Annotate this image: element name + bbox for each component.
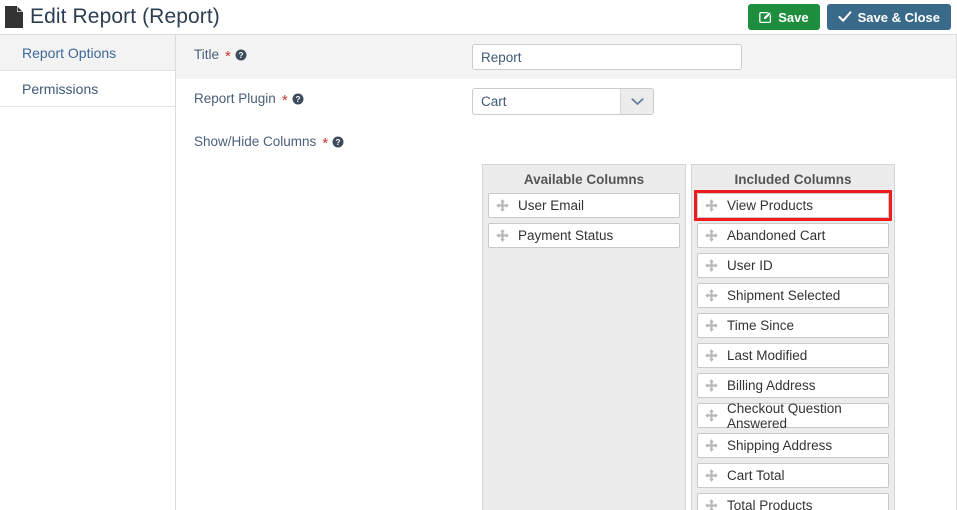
- list-item[interactable]: Shipment Selected: [697, 283, 889, 308]
- edit-report-page: Edit Report (Report) Save Save & Close R…: [0, 0, 957, 510]
- header-actions: Save Save & Close: [748, 4, 951, 30]
- available-columns-list[interactable]: User Email Payment Status: [483, 193, 685, 258]
- form-row-title: Title * ?: [176, 35, 956, 79]
- title-input[interactable]: [472, 44, 742, 70]
- move-handle-icon[interactable]: [705, 469, 718, 482]
- list-item-label: Time Since: [727, 318, 795, 333]
- move-handle-icon[interactable]: [705, 319, 718, 332]
- report-plugin-selected-value: Cart: [481, 94, 507, 109]
- help-circle-icon[interactable]: ?: [332, 136, 344, 148]
- page-header: Edit Report (Report) Save Save & Close: [0, 0, 957, 34]
- move-handle-icon[interactable]: [705, 439, 718, 452]
- move-handle-icon[interactable]: [705, 379, 718, 392]
- columns-left-spacer: [176, 164, 482, 510]
- report-plugin-label: Report Plugin: [194, 91, 276, 106]
- list-item-label: Cart Total: [727, 468, 785, 483]
- available-columns-panel: Available Columns User Email Payment Sta…: [482, 164, 686, 510]
- list-item[interactable]: Payment Status: [488, 223, 680, 248]
- save-button[interactable]: Save: [748, 4, 820, 30]
- list-item[interactable]: Cart Total: [697, 463, 889, 488]
- list-item-label: View Products: [727, 198, 814, 213]
- list-item[interactable]: Last Modified: [697, 343, 889, 368]
- move-handle-icon[interactable]: [705, 349, 718, 362]
- list-item-label: Shipping Address: [727, 438, 833, 453]
- included-columns-title: Included Columns: [692, 165, 894, 193]
- list-item[interactable]: Abandoned Cart: [697, 223, 889, 248]
- required-marker: *: [281, 92, 288, 109]
- document-icon: [4, 5, 24, 29]
- show-hide-columns-label: Show/Hide Columns: [194, 134, 317, 149]
- required-marker: *: [225, 48, 231, 65]
- list-item-label: Checkout Question Answered: [727, 400, 842, 431]
- main-form: Title * ? Report Plugin: [176, 34, 957, 510]
- chevron-down-icon[interactable]: [620, 89, 653, 114]
- report-plugin-label-group: Report Plugin * ?: [176, 88, 472, 110]
- save-and-close-button[interactable]: Save & Close: [826, 4, 951, 30]
- move-handle-icon[interactable]: [705, 409, 718, 422]
- show-hide-columns-label-group: Show/Hide Columns * ?: [176, 131, 472, 153]
- list-item-label: Shipment Selected: [727, 288, 841, 303]
- columns-area: Available Columns User Email Payment Sta…: [176, 164, 956, 510]
- title-label-group: Title * ?: [176, 44, 472, 66]
- title-field-wrap: [472, 44, 956, 70]
- save-button-label: Save: [778, 9, 809, 25]
- move-handle-icon[interactable]: [705, 499, 718, 510]
- list-item[interactable]: View Products: [694, 190, 892, 221]
- move-handle-icon[interactable]: [496, 199, 509, 212]
- move-handle-icon[interactable]: [705, 259, 718, 272]
- list-item[interactable]: Billing Address: [697, 373, 889, 398]
- sidebar: Report Options Permissions: [0, 34, 176, 510]
- list-item[interactable]: Checkout Question Answered: [697, 400, 889, 431]
- list-item-label: Last Modified: [727, 348, 808, 363]
- available-columns-title: Available Columns: [483, 165, 685, 193]
- list-item[interactable]: User ID: [697, 253, 889, 278]
- required-marker: *: [322, 135, 329, 152]
- sidebar-item-label: Permissions: [22, 80, 99, 97]
- list-item-label: User Email: [518, 198, 585, 213]
- list-item-label: Abandoned Cart: [727, 228, 826, 243]
- title-label: Title: [194, 47, 220, 62]
- included-columns-panel: Included Columns View Products Abandoned…: [691, 164, 895, 510]
- svg-text:?: ?: [295, 95, 300, 104]
- list-item[interactable]: Shipping Address: [697, 433, 889, 458]
- edit-pencil-icon: [759, 11, 772, 24]
- save-and-close-button-label: Save & Close: [857, 9, 940, 25]
- move-handle-icon[interactable]: [496, 229, 509, 242]
- move-handle-icon[interactable]: [705, 199, 718, 212]
- list-item[interactable]: Time Since: [697, 313, 889, 338]
- list-item-label: User ID: [727, 258, 773, 273]
- page-title: Edit Report (Report): [30, 5, 220, 28]
- sidebar-item-permissions[interactable]: Permissions: [0, 71, 175, 107]
- list-item[interactable]: Total Products: [697, 493, 889, 510]
- list-item[interactable]: User Email: [488, 193, 680, 218]
- form-row-show-hide-columns: Show/Hide Columns * ?: [176, 124, 956, 164]
- list-item-label: Billing Address: [727, 378, 816, 393]
- help-circle-icon[interactable]: ?: [292, 93, 304, 105]
- move-handle-icon[interactable]: [705, 289, 718, 302]
- report-plugin-select[interactable]: Cart: [472, 88, 654, 115]
- check-icon: [838, 11, 852, 23]
- svg-text:?: ?: [238, 51, 243, 60]
- list-item-label: Total Products: [727, 498, 813, 510]
- page-body: Report Options Permissions Title * ? Rep…: [0, 34, 957, 510]
- list-item-label: Payment Status: [518, 228, 614, 243]
- form-row-report-plugin: Report Plugin * ? Cart: [176, 79, 956, 124]
- sidebar-item-report-options[interactable]: Report Options: [0, 35, 175, 71]
- help-circle-icon[interactable]: ?: [235, 49, 247, 61]
- move-handle-icon[interactable]: [705, 229, 718, 242]
- included-columns-list[interactable]: View Products Abandoned Cart User ID Shi…: [692, 190, 894, 510]
- sidebar-item-label: Report Options: [22, 44, 117, 61]
- svg-text:?: ?: [336, 138, 341, 147]
- report-plugin-field-wrap: Cart: [472, 88, 956, 115]
